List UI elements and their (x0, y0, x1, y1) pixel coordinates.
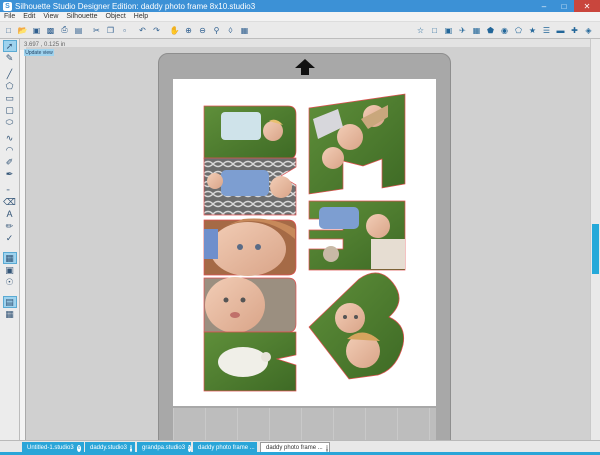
fill-icon[interactable]: ⬟ (484, 24, 497, 37)
grid-panel-icon[interactable]: ▦ (3, 308, 17, 320)
letter-e-photo[interactable] (308, 200, 406, 271)
arc-tool-icon[interactable]: ◠ (3, 144, 17, 156)
shape-icon[interactable]: ⬠ (512, 24, 525, 37)
curve-tool-icon[interactable]: ∿ (3, 132, 17, 144)
edit-points-icon[interactable]: ✎ (3, 52, 17, 64)
menu-silhouette[interactable]: Silhouette (62, 13, 101, 20)
menu-file[interactable]: File (0, 13, 19, 20)
tab-label: Untitled-1.studio3 (27, 445, 74, 451)
transform-icon[interactable]: ▬ (554, 24, 567, 37)
update-view-badge[interactable]: Update view (24, 49, 54, 56)
redo-icon[interactable]: ↷ (150, 24, 163, 37)
close-button[interactable]: ✕ (574, 0, 600, 12)
polygon-tool-icon[interactable]: ⬠ (3, 80, 17, 92)
line-icon[interactable]: ◉ (498, 24, 511, 37)
grid-icon[interactable]: ▦ (238, 24, 251, 37)
minimize-button[interactable]: – (534, 0, 554, 12)
letter-d-photo[interactable] (203, 105, 297, 160)
trace-icon[interactable]: ◈ (582, 24, 595, 37)
cut-panel-icon[interactable]: ▤ (2, 296, 17, 308)
cut-send-icon[interactable]: ▤ (72, 24, 85, 37)
menu-object[interactable]: Object (102, 13, 130, 20)
text-tool-icon[interactable]: A (3, 208, 17, 220)
tab-label: daddy photo frame ... (266, 445, 323, 451)
line-tool-icon[interactable]: ╱ (3, 68, 17, 80)
tab-label: daddy photo frame ... (198, 445, 255, 451)
print-icon[interactable]: ⎙ (58, 24, 71, 37)
design-store-icon[interactable]: ☆ (414, 24, 427, 37)
offset-icon[interactable]: ✚ (568, 24, 581, 37)
close-tab-icon[interactable]: x (129, 444, 133, 452)
left-toolbox: ➚ ✎ ╱ ⬠ ▭ ▢ ⬭ ∿ ◠ ✐ ✒ ╴ ⌫ A ✏ ✓ ▦ ▣ ☉ ▤ … (0, 39, 20, 440)
photo-frame-artwork[interactable] (173, 79, 436, 406)
eraser-tool-icon[interactable]: ⌫ (3, 196, 17, 208)
letter-d-2-photo[interactable] (203, 218, 297, 276)
letter-y-photo[interactable] (203, 331, 297, 392)
menu-bar: File Edit View Silhouette Object Help (0, 12, 600, 22)
knife-tool-icon[interactable]: ╴ (3, 184, 17, 196)
letter-a-photo[interactable] (203, 157, 297, 216)
panel-toolbar: ☆ □ ▣ ✈ ▦ ⬟ ◉ ⬠ ★ ☰ ▬ ✚ ◈ (414, 24, 596, 37)
scrollbar-thumb[interactable] (592, 224, 599, 274)
vertical-scrollbar[interactable] (590, 39, 600, 440)
undo-icon[interactable]: ↶ (136, 24, 149, 37)
save-icon[interactable]: ▣ (30, 24, 43, 37)
freehand-tool-icon[interactable]: ✐ (3, 156, 17, 168)
close-tab-icon[interactable]: x (188, 444, 191, 452)
ellipse-tool-icon[interactable]: ⬭ (3, 116, 17, 128)
registration-icon[interactable]: ▣ (442, 24, 455, 37)
brush-tool-icon[interactable]: ✓ (3, 232, 17, 244)
rounded-rect-tool-icon[interactable]: ▢ (3, 104, 17, 116)
page-setup-icon[interactable]: □ (428, 24, 441, 37)
design-store-panel-icon[interactable]: ▣ (3, 264, 17, 276)
letter-d-3-photo[interactable] (203, 277, 297, 333)
close-tab-icon[interactable]: x (325, 444, 329, 452)
zoom-in-icon[interactable]: ⊕ (182, 24, 195, 37)
menu-edit[interactable]: Edit (19, 13, 39, 20)
globe-icon[interactable]: ☉ (3, 276, 17, 288)
window-controls: – □ ✕ (534, 0, 600, 12)
align-icon[interactable]: ☰ (540, 24, 553, 37)
feed-arrow-icon (295, 59, 315, 75)
grid-settings-icon[interactable]: ▦ (470, 24, 483, 37)
window-title: Silhouette Studio Designer Edition: dadd… (15, 1, 256, 11)
tab-label: grandpa.studio3 (142, 445, 186, 451)
save-as-icon[interactable]: ▩ (44, 24, 57, 37)
library-icon[interactable]: ▦ (2, 252, 17, 264)
menu-help[interactable]: Help (130, 13, 152, 20)
eyedropper-tool-icon[interactable]: ✏ (3, 220, 17, 232)
select-tool-icon[interactable]: ➚ (2, 40, 17, 52)
zoom-box-icon[interactable]: ⚲ (210, 24, 223, 37)
new-file-icon[interactable]: □ (2, 24, 15, 37)
maximize-button[interactable]: □ (554, 0, 574, 12)
letter-m-photo[interactable] (308, 93, 406, 195)
zoom-out-icon[interactable]: ⊖ (196, 24, 209, 37)
smooth-freehand-icon[interactable]: ✒ (3, 168, 17, 180)
heart-photo[interactable] (308, 272, 405, 380)
close-tab-icon[interactable]: x (76, 444, 81, 452)
replicate-icon[interactable]: ★ (526, 24, 539, 37)
tab-label: daddy.studio3 (90, 445, 127, 451)
copy-icon[interactable]: ❐ (104, 24, 117, 37)
open-icon[interactable]: 📂 (16, 24, 29, 37)
cut-settings-icon[interactable]: ✈ (456, 24, 469, 37)
menu-view[interactable]: View (39, 13, 62, 20)
pan-icon[interactable]: ✋ (168, 24, 181, 37)
zoom-fit-icon[interactable]: ◊ (224, 24, 237, 37)
silhouette-studio-window: S Silhouette Studio Designer Edition: da… (0, 0, 600, 455)
rectangle-tool-icon[interactable]: ▭ (3, 92, 17, 104)
title-bar: S Silhouette Studio Designer Edition: da… (0, 0, 600, 12)
paste-icon[interactable]: ▫ (118, 24, 131, 37)
cut-icon[interactable]: ✂ (90, 24, 103, 37)
app-icon: S (3, 1, 12, 11)
